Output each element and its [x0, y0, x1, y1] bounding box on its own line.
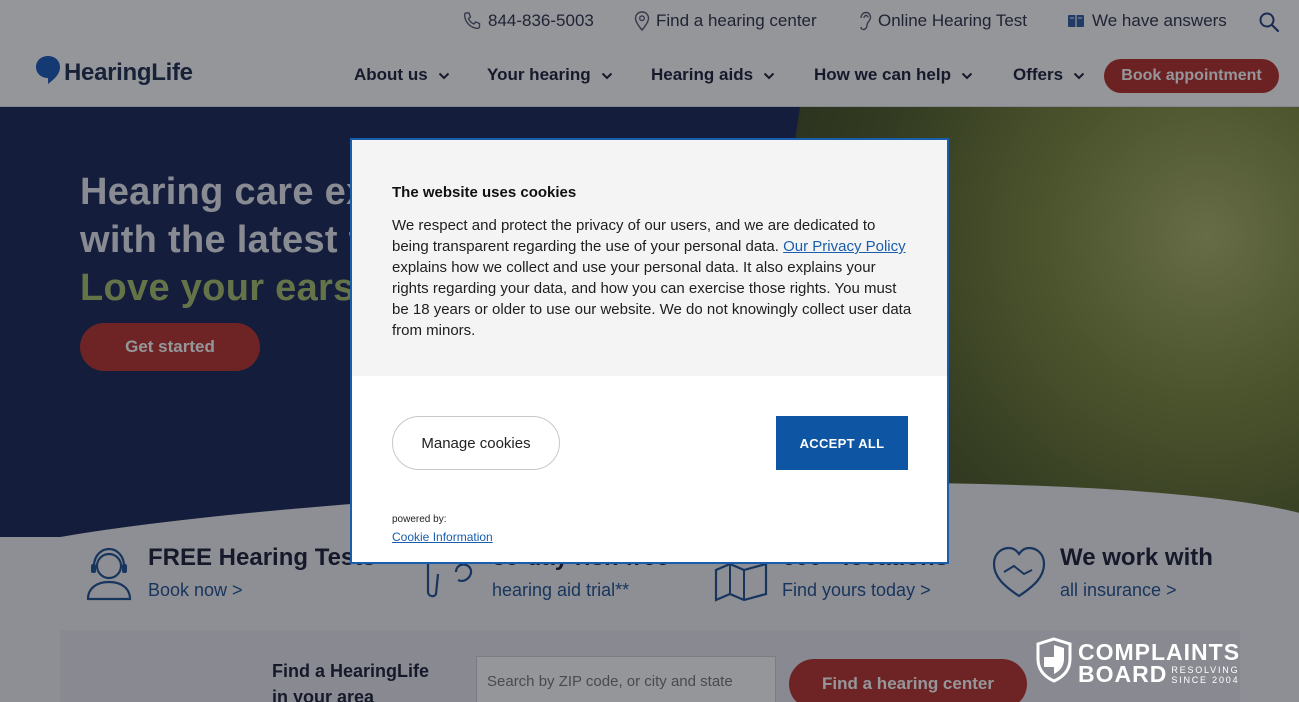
accept-all-button[interactable]: ACCEPT ALL: [776, 416, 908, 470]
cookie-dialog-text: We respect and protect the privacy of ou…: [392, 215, 912, 341]
manage-cookies-button[interactable]: Manage cookies: [392, 416, 560, 470]
watermark-line1: COMPLAINTS: [1078, 638, 1241, 665]
powered-by-label: powered by:: [392, 514, 447, 525]
watermark-line2: BOARD: [1078, 660, 1168, 687]
watermark-tag2: SINCE 2004: [1171, 674, 1240, 685]
cookie-dialog-title: The website uses cookies: [392, 184, 577, 201]
cookie-consent-dialog: The website uses cookies We respect and …: [350, 138, 949, 564]
cookie-text-part2: explains how we collect and use your per…: [392, 259, 912, 339]
shield-icon: [1036, 637, 1072, 688]
watermark-tag1: RESOLVING: [1171, 664, 1240, 675]
privacy-policy-link[interactable]: Our Privacy Policy: [783, 238, 906, 255]
cookie-information-link[interactable]: Cookie Information: [392, 530, 493, 544]
complaints-board-watermark: COMPLAINTS BOARD RESOLVING SINCE 2004: [1036, 637, 1240, 688]
